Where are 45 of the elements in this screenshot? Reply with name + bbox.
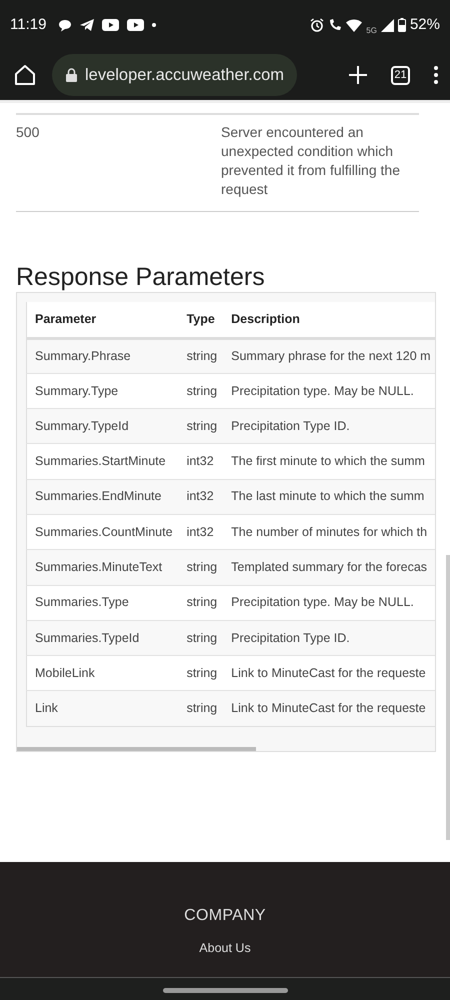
footer-heading: COMPANY (183, 906, 267, 926)
play-icon (102, 19, 120, 31)
network-label: 5G (366, 25, 377, 37)
battery-icon (398, 18, 406, 32)
table-cell: Precipitation Type ID. (223, 408, 435, 444)
table-cell: string (178, 338, 224, 374)
section-heading: Response Parameters (16, 262, 266, 292)
table-cell: string (178, 690, 224, 726)
alarm-clock-icon (310, 18, 324, 32)
phone-icon (328, 18, 342, 32)
address-bar[interactable]: leveloper.accuweather.com (52, 54, 297, 96)
table-cell: Summary phrase for the next 120 m (223, 338, 435, 374)
signal-icon (380, 18, 394, 32)
paper-plane-icon (80, 19, 94, 31)
table-cell: Templated summary for the forecas (223, 550, 435, 586)
tab-count-button[interactable]: 21 (391, 66, 410, 84)
table-cell: string (178, 620, 224, 656)
vertical-scrollbar[interactable] (446, 555, 450, 840)
table-cell: Summary.Phrase (26, 338, 179, 374)
battery-percent: 52% (410, 14, 440, 35)
table-cell: Precipitation Type ID. (223, 620, 435, 656)
table-cell: string (178, 408, 224, 444)
horizontal-scrollbar[interactable] (17, 747, 256, 751)
status-code: 500 (16, 123, 40, 142)
dot-icon (152, 23, 156, 27)
url-text: leveloper.accuweather.com (85, 64, 284, 86)
home-handle[interactable] (162, 988, 288, 992)
play-icon (127, 19, 144, 31)
lock-icon (66, 68, 77, 82)
wifi-icon (346, 18, 362, 32)
table-cell: Summaries.TypeId (26, 620, 179, 656)
status-description: Server encountered an unexpected condition which prevented it from fulfilling the request (221, 123, 401, 199)
more-vertical-icon (434, 66, 438, 84)
table-cell: Link to MinuteCast for the requeste (223, 690, 435, 726)
status-time: 11:19 (10, 14, 46, 35)
footer-link[interactable]: About Us (199, 941, 251, 955)
table-cell: Summaries.MinuteText (26, 550, 179, 586)
chat-bubble-icon (58, 18, 72, 32)
table-cell: string (178, 550, 224, 586)
table-cell: Summary.TypeId (26, 408, 179, 444)
table-cell: Link (26, 690, 179, 726)
plus-icon (349, 66, 367, 84)
table-cell: int32 (178, 479, 224, 514)
table-cell: The last minute to which the summ (223, 479, 435, 514)
table-cell: Summaries.EndMinute (26, 479, 179, 514)
